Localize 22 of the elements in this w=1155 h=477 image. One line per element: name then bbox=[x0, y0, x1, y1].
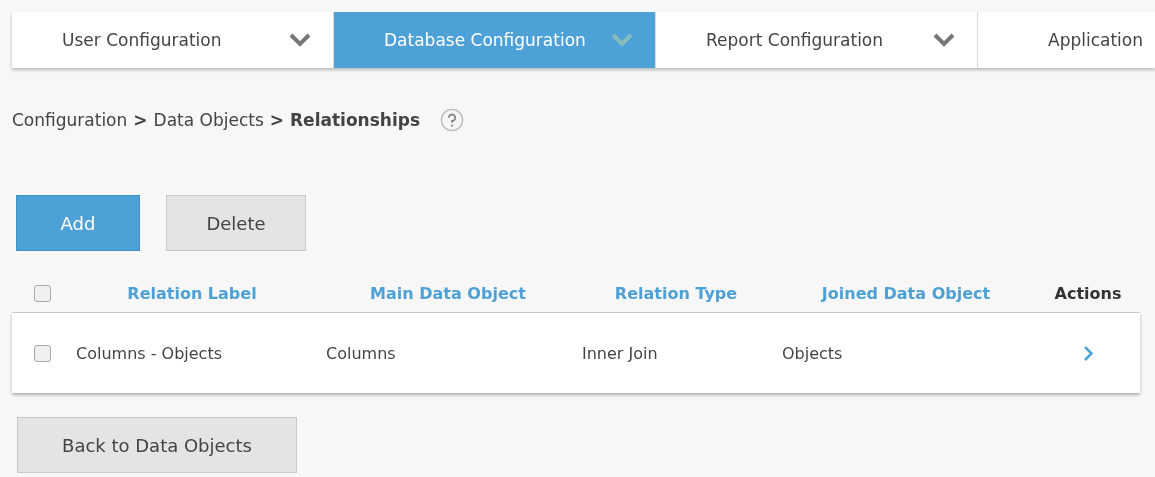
help-icon[interactable] bbox=[440, 108, 464, 132]
checkbox[interactable] bbox=[34, 344, 51, 362]
chevron-right-icon[interactable] bbox=[1082, 344, 1094, 362]
nav-tab[interactable]: Application bbox=[978, 12, 1155, 68]
chevron-down-icon bbox=[933, 33, 955, 47]
delete-button[interactable]: Delete bbox=[166, 195, 306, 251]
breadcrumb-separator: > bbox=[133, 110, 148, 130]
breadcrumb-link[interactable]: Configuration bbox=[12, 110, 128, 130]
nav-tab[interactable]: Report Configuration bbox=[656, 12, 978, 68]
chevron-down-icon bbox=[611, 33, 633, 47]
breadcrumb-separator: > bbox=[269, 110, 284, 130]
column-header: Actions bbox=[1053, 284, 1123, 303]
table-cell-text: Objects bbox=[781, 343, 844, 363]
table-cell-text: Columns bbox=[325, 343, 397, 363]
table-cell-text: Inner Join bbox=[581, 343, 659, 363]
checkbox[interactable] bbox=[34, 285, 51, 302]
breadcrumb-link[interactable]: Data Objects bbox=[153, 110, 264, 130]
chevron-down-icon bbox=[289, 33, 311, 47]
table-cell-text: Columns - Objects bbox=[75, 343, 223, 363]
breadcrumb-current: Relationships bbox=[290, 110, 420, 130]
back-button[interactable]: Back to Data Objects bbox=[17, 417, 297, 473]
nav-tab[interactable]: User Configuration bbox=[12, 12, 334, 68]
